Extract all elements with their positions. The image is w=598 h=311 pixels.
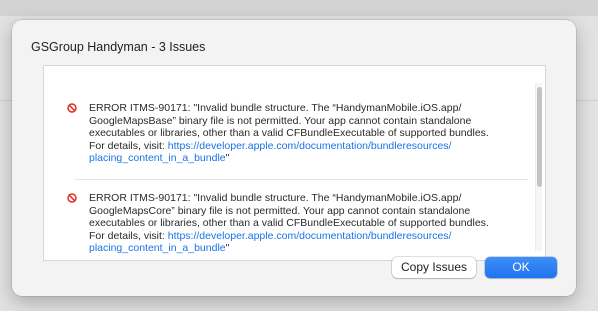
issues-list[interactable]: ERROR ITMS-90171: "Invalid bundle struct… — [43, 65, 546, 261]
copy-issues-button[interactable]: Copy Issues — [392, 257, 476, 278]
documentation-link-continued[interactable]: placing_content_in_a_bundle — [89, 152, 226, 164]
issue-line: GoogleMapsCore” binary file is not permi… — [89, 204, 471, 217]
issue-message: ERROR ITMS-90171: "Invalid bundle struct… — [89, 192, 529, 255]
issue-line-tail: " — [225, 242, 230, 255]
issues-dialog: GSGroup Handyman - 3 Issues ERROR ITMS-9… — [12, 20, 576, 296]
issue-message: ERROR ITMS-90171: "Invalid bundle struct… — [89, 102, 529, 165]
issue-line: ERROR ITMS-90171: "Invalid bundle struct… — [89, 192, 462, 204]
issue-line: For details, visit: https://developer.ap… — [89, 140, 529, 153]
issue-line: executables or libraries, other than a v… — [89, 217, 489, 230]
issue-line-prefix: For details, visit: — [89, 139, 168, 152]
documentation-link[interactable]: https://developer.apple.com/documentatio… — [168, 230, 452, 242]
issue-line-tail: " — [225, 152, 230, 165]
error-icon — [67, 193, 77, 203]
dialog-title: GSGroup Handyman - 3 Issues — [31, 40, 206, 54]
issue-line: executables or libraries, other than a v… — [89, 127, 489, 140]
issue-line: ERROR ITMS-90171: "Invalid bundle struct… — [89, 102, 462, 114]
documentation-link-continued[interactable]: placing_content_in_a_bundle — [89, 242, 226, 254]
issue-line: GoogleMapsBase” binary file is not permi… — [89, 114, 472, 127]
error-icon — [67, 103, 77, 113]
issue-line: placing_content_in_a_bundle" — [89, 242, 529, 255]
issue-line: placing_content_in_a_bundle" — [89, 152, 529, 165]
documentation-link[interactable]: https://developer.apple.com/documentatio… — [168, 140, 452, 152]
scrollbar-thumb[interactable] — [537, 87, 542, 187]
ok-button[interactable]: OK — [485, 257, 557, 278]
issue-line: For details, visit: https://developer.ap… — [89, 230, 529, 243]
issue-line-prefix: For details, visit: — [89, 229, 168, 242]
vertical-scrollbar[interactable] — [535, 83, 542, 251]
issue-separator — [75, 179, 528, 180]
